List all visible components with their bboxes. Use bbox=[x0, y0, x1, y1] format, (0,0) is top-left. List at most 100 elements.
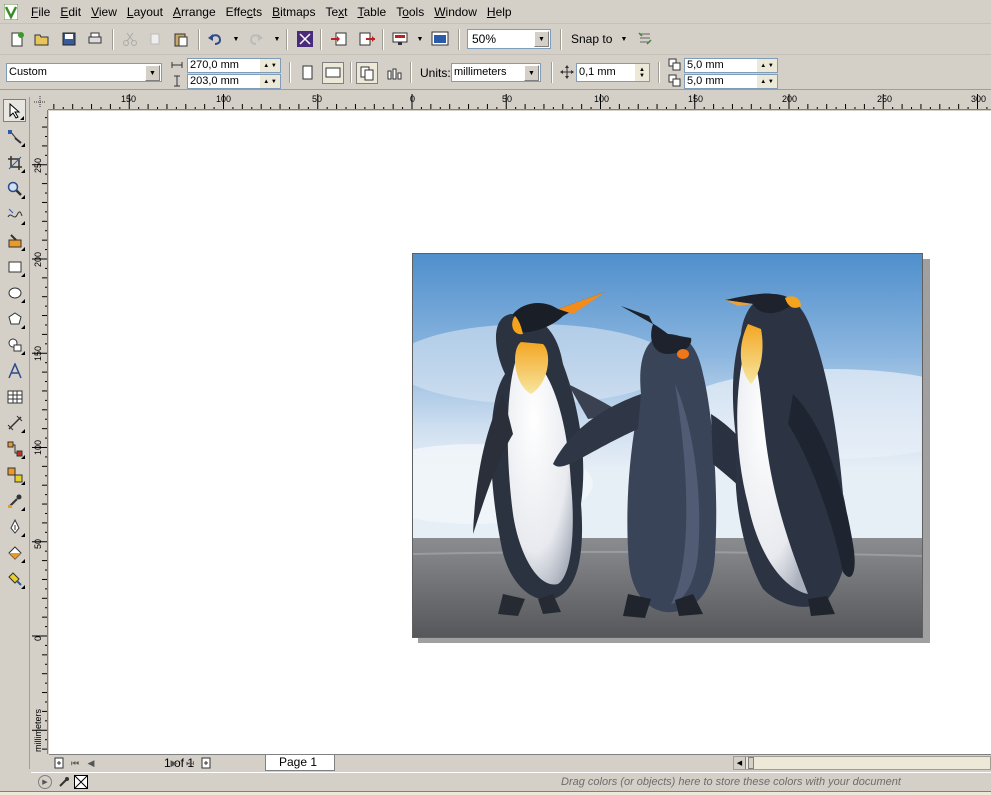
smart-fill-tool[interactable] bbox=[3, 229, 26, 252]
horizontal-scrollbar[interactable]: ◀ bbox=[733, 756, 991, 770]
menu-bitmaps[interactable]: Bitmaps bbox=[267, 0, 320, 24]
last-page-button[interactable]: ⏭ bbox=[183, 756, 197, 770]
scroll-left-icon[interactable]: ◀ bbox=[734, 757, 746, 769]
menu-edit[interactable]: Edit bbox=[55, 0, 86, 24]
undo-button[interactable] bbox=[204, 28, 226, 50]
menu-window[interactable]: Window bbox=[429, 0, 482, 24]
no-color-swatch[interactable] bbox=[74, 775, 88, 789]
new-document-button[interactable] bbox=[6, 28, 28, 50]
current-page-button[interactable] bbox=[383, 62, 405, 84]
shape-tool[interactable] bbox=[3, 125, 26, 148]
menu-layout[interactable]: Layout bbox=[122, 0, 168, 24]
redo-icon bbox=[249, 34, 263, 45]
duplicate-distance-x-field[interactable]: 5,0 mm ▲ ▼ bbox=[684, 58, 778, 73]
snap-to-button[interactable]: Snap to bbox=[571, 32, 612, 46]
export-button[interactable] bbox=[356, 28, 378, 50]
palette-flyout-button[interactable]: ▶ bbox=[38, 775, 52, 789]
options-button[interactable] bbox=[634, 28, 656, 50]
zoom-level-combo[interactable]: 50% ▼ bbox=[467, 29, 551, 49]
first-page-button[interactable]: ⏮ bbox=[68, 756, 82, 770]
spinner-arrows-icon[interactable]: ▲ ▼ bbox=[757, 59, 777, 72]
redo-button[interactable] bbox=[245, 28, 267, 50]
open-folder-icon bbox=[34, 34, 49, 46]
chevron-down-icon[interactable]: ▼ bbox=[145, 65, 160, 81]
interactive-fill-tool[interactable] bbox=[3, 567, 26, 590]
freehand-tool[interactable] bbox=[3, 203, 26, 226]
next-page-button[interactable]: ▶ bbox=[167, 756, 181, 770]
copy-button[interactable] bbox=[145, 28, 167, 50]
rectangle-tool[interactable] bbox=[3, 255, 26, 278]
ruler-origin-corner[interactable] bbox=[31, 93, 48, 110]
menu-text[interactable]: Text bbox=[320, 0, 352, 24]
landscape-button[interactable] bbox=[322, 62, 344, 84]
toolbar-separator bbox=[382, 29, 384, 50]
save-button[interactable] bbox=[58, 28, 80, 50]
color-eyedropper-button[interactable] bbox=[57, 775, 71, 789]
duplicate-distance-y-field[interactable]: 5,0 mm ▲ ▼ bbox=[684, 74, 778, 89]
dimension-tool[interactable] bbox=[3, 411, 26, 434]
chevron-down-icon[interactable]: ▼ bbox=[534, 31, 549, 47]
vertical-ruler-ticks bbox=[32, 117, 47, 750]
toolbar-separator bbox=[350, 62, 352, 83]
eyedropper-icon bbox=[59, 777, 69, 787]
spinner-arrows-icon[interactable]: ▲ ▼ bbox=[635, 64, 649, 81]
menu-arrange[interactable]: Arrange bbox=[168, 0, 221, 24]
welcome-screen-icon bbox=[431, 31, 449, 46]
page-size-preset-combo[interactable]: Custom ▼ bbox=[6, 63, 162, 82]
menu-help[interactable]: Help bbox=[482, 0, 517, 24]
units-combo[interactable]: millimeters ▼ bbox=[451, 63, 541, 82]
application-launcher-dropdown[interactable]: ▼ bbox=[416, 33, 424, 45]
page-height-field[interactable]: 203,0 mm ▲ ▼ bbox=[187, 74, 281, 89]
toolbar-separator bbox=[458, 29, 460, 50]
text-tool[interactable] bbox=[3, 359, 26, 382]
ellipse-tool[interactable] bbox=[3, 281, 26, 304]
previous-page-button[interactable]: ◀ bbox=[84, 756, 98, 770]
penguins-bitmap[interactable] bbox=[412, 253, 923, 638]
chevron-down-icon[interactable]: ▼ bbox=[524, 65, 539, 81]
eyedropper-tool[interactable] bbox=[3, 489, 26, 512]
horizontal-ruler[interactable]: 150 100 50 0 50 100 150 200 250 300 bbox=[48, 93, 991, 110]
spinner-arrows-icon[interactable]: ▲ ▼ bbox=[757, 75, 777, 88]
spinner-arrows-icon[interactable]: ▲ ▼ bbox=[260, 59, 280, 72]
cut-button[interactable] bbox=[119, 28, 141, 50]
zoom-tool[interactable] bbox=[3, 177, 26, 200]
menu-effects[interactable]: Effects bbox=[221, 0, 267, 24]
scroll-thumb[interactable] bbox=[748, 757, 754, 769]
insert-page-before-button[interactable] bbox=[52, 756, 66, 770]
undo-dropdown[interactable]: ▼ bbox=[232, 33, 240, 45]
portrait-button[interactable] bbox=[297, 62, 319, 84]
standard-toolbar: ▼ ▼ ▼ 50% ▼ Snap to ▼ bbox=[0, 25, 991, 55]
redo-dropdown[interactable]: ▼ bbox=[273, 33, 281, 45]
menu-file[interactable]: File bbox=[26, 0, 55, 24]
nudge-distance-field[interactable]: 0,1 mm ▲ ▼ bbox=[576, 63, 650, 82]
landscape-icon bbox=[325, 67, 341, 78]
page-tab-1[interactable]: Page 1 bbox=[265, 755, 335, 771]
menu-view[interactable]: View bbox=[86, 0, 122, 24]
search-content-button[interactable] bbox=[294, 28, 316, 50]
outline-tool[interactable] bbox=[3, 515, 26, 538]
table-tool[interactable] bbox=[3, 385, 26, 408]
all-pages-button[interactable] bbox=[356, 62, 378, 84]
crop-tool[interactable] bbox=[3, 151, 26, 174]
welcome-screen-button[interactable] bbox=[429, 28, 451, 50]
basic-shapes-tool[interactable] bbox=[3, 333, 26, 356]
snap-to-dropdown[interactable]: ▼ bbox=[620, 33, 628, 45]
blend-tool[interactable] bbox=[3, 463, 26, 486]
insert-page-after-button[interactable] bbox=[199, 756, 213, 770]
page-width-field[interactable]: 270,0 mm ▲ ▼ bbox=[187, 58, 281, 73]
paste-button[interactable] bbox=[170, 28, 192, 50]
flyout-indicator-icon bbox=[21, 299, 25, 303]
pick-tool[interactable] bbox=[3, 99, 26, 122]
fill-tool[interactable] bbox=[3, 541, 26, 564]
print-button[interactable] bbox=[84, 28, 106, 50]
duplicate-x-icon bbox=[668, 58, 681, 71]
vertical-ruler[interactable]: 250 200 150 100 50 0 millimeters bbox=[31, 110, 48, 754]
connector-tool[interactable] bbox=[3, 437, 26, 460]
application-launcher-button[interactable] bbox=[389, 28, 411, 50]
open-button[interactable] bbox=[31, 28, 53, 50]
menu-tools[interactable]: Tools bbox=[391, 0, 429, 24]
polygon-tool[interactable] bbox=[3, 307, 26, 330]
import-button[interactable] bbox=[328, 28, 350, 50]
menu-table[interactable]: Table bbox=[353, 0, 392, 24]
spinner-arrows-icon[interactable]: ▲ ▼ bbox=[260, 75, 280, 88]
